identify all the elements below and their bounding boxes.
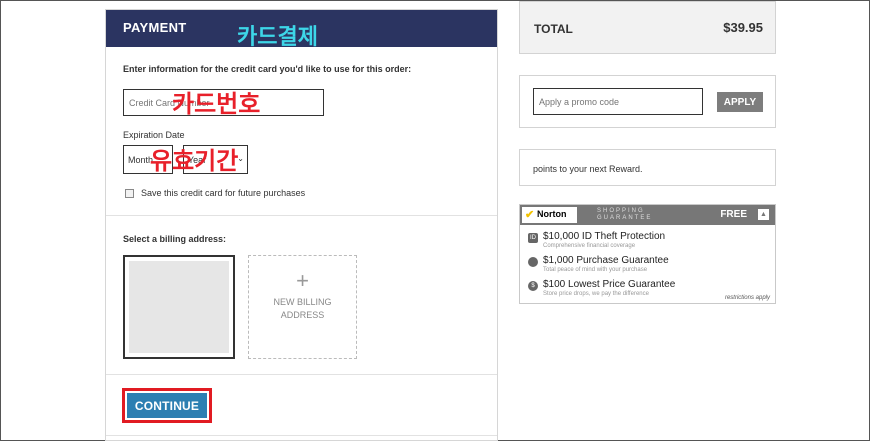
expiration-date-label: Expiration Date (123, 130, 185, 140)
billing-address-label: Select a billing address: (123, 234, 227, 244)
annotation-card-payment: 카드결제 (237, 25, 318, 50)
reward-text: points to your next Reward. (533, 164, 643, 174)
total-value: $39.95 (723, 20, 763, 35)
norton-item-purchase: $1,000 Purchase Guarantee Total peace of… (528, 255, 669, 274)
payment-header: PAYMENT 카드결제 (106, 10, 497, 50)
promo-code-box: APPLY (519, 75, 776, 128)
save-card-row[interactable]: Save this credit card for future purchas… (125, 188, 305, 198)
norton-item-price: $ $100 Lowest Price Guarantee Store pric… (528, 279, 675, 298)
card-instruction: Enter information for the credit card yo… (123, 64, 412, 74)
norton-item-title: $10,000 ID Theft Protection (543, 231, 666, 242)
new-billing-address-button[interactable]: + NEW BILLING ADDRESS (248, 255, 357, 359)
continue-button[interactable]: CONTINUE (127, 393, 207, 418)
annotation-card-number: 카드번호 (172, 90, 261, 118)
norton-item-title: $100 Lowest Price Guarantee (543, 279, 676, 290)
norton-logo: ✔ Norton (522, 207, 577, 223)
new-billing-address-label: NEW BILLING ADDRESS (273, 297, 332, 320)
shopping-guarantee-text: SHOPPING GUARANTEE (597, 208, 653, 221)
norton-free-label: FREE (720, 209, 747, 220)
section-divider (106, 435, 497, 436)
restrictions-link[interactable]: restrictions apply (725, 295, 770, 301)
dollar-icon: $ (528, 281, 538, 291)
norton-item-title: $1,000 Purchase Guarantee (543, 255, 669, 266)
payment-title: PAYMENT (123, 20, 187, 35)
collapse-icon[interactable]: ▲ (758, 209, 769, 220)
continue-highlight: CONTINUE (122, 388, 212, 423)
payment-panel: PAYMENT 카드결제 Enter information for the c… (105, 9, 498, 441)
section-divider (106, 374, 497, 375)
norton-check-icon: ✔ (525, 209, 535, 221)
norton-logo-text: Norton (537, 209, 567, 219)
plus-icon: + (296, 268, 309, 293)
section-divider (106, 215, 497, 216)
promo-code-input[interactable] (533, 88, 703, 115)
norton-item-id-theft: ID $10,000 ID Theft Protection Comprehen… (528, 231, 665, 250)
total-label: TOTAL (534, 22, 573, 36)
norton-guarantee-widget: ✔ Norton SHOPPING GUARANTEE FREE ▲ ID $1… (519, 204, 776, 304)
norton-item-sub: Comprehensive financial coverage (543, 243, 636, 249)
save-card-checkbox[interactable] (125, 188, 134, 198)
purchase-icon (528, 257, 538, 267)
saved-address-card[interactable] (123, 255, 235, 359)
apply-promo-button[interactable]: APPLY (717, 92, 763, 112)
annotation-expiration: 유효기간 (150, 147, 239, 175)
norton-header: ✔ Norton SHOPPING GUARANTEE FREE ▲ (520, 205, 775, 225)
norton-item-sub: Total peace of mind with your purchase (543, 267, 648, 273)
order-total-box: TOTAL $39.95 (519, 1, 776, 54)
id-icon: ID (528, 233, 538, 243)
reward-box: points to your next Reward. (519, 149, 776, 186)
norton-item-sub: Store price drops, we pay the difference (543, 291, 649, 297)
save-card-label: Save this credit card for future purchas… (141, 188, 306, 198)
address-card-placeholder (129, 261, 229, 353)
